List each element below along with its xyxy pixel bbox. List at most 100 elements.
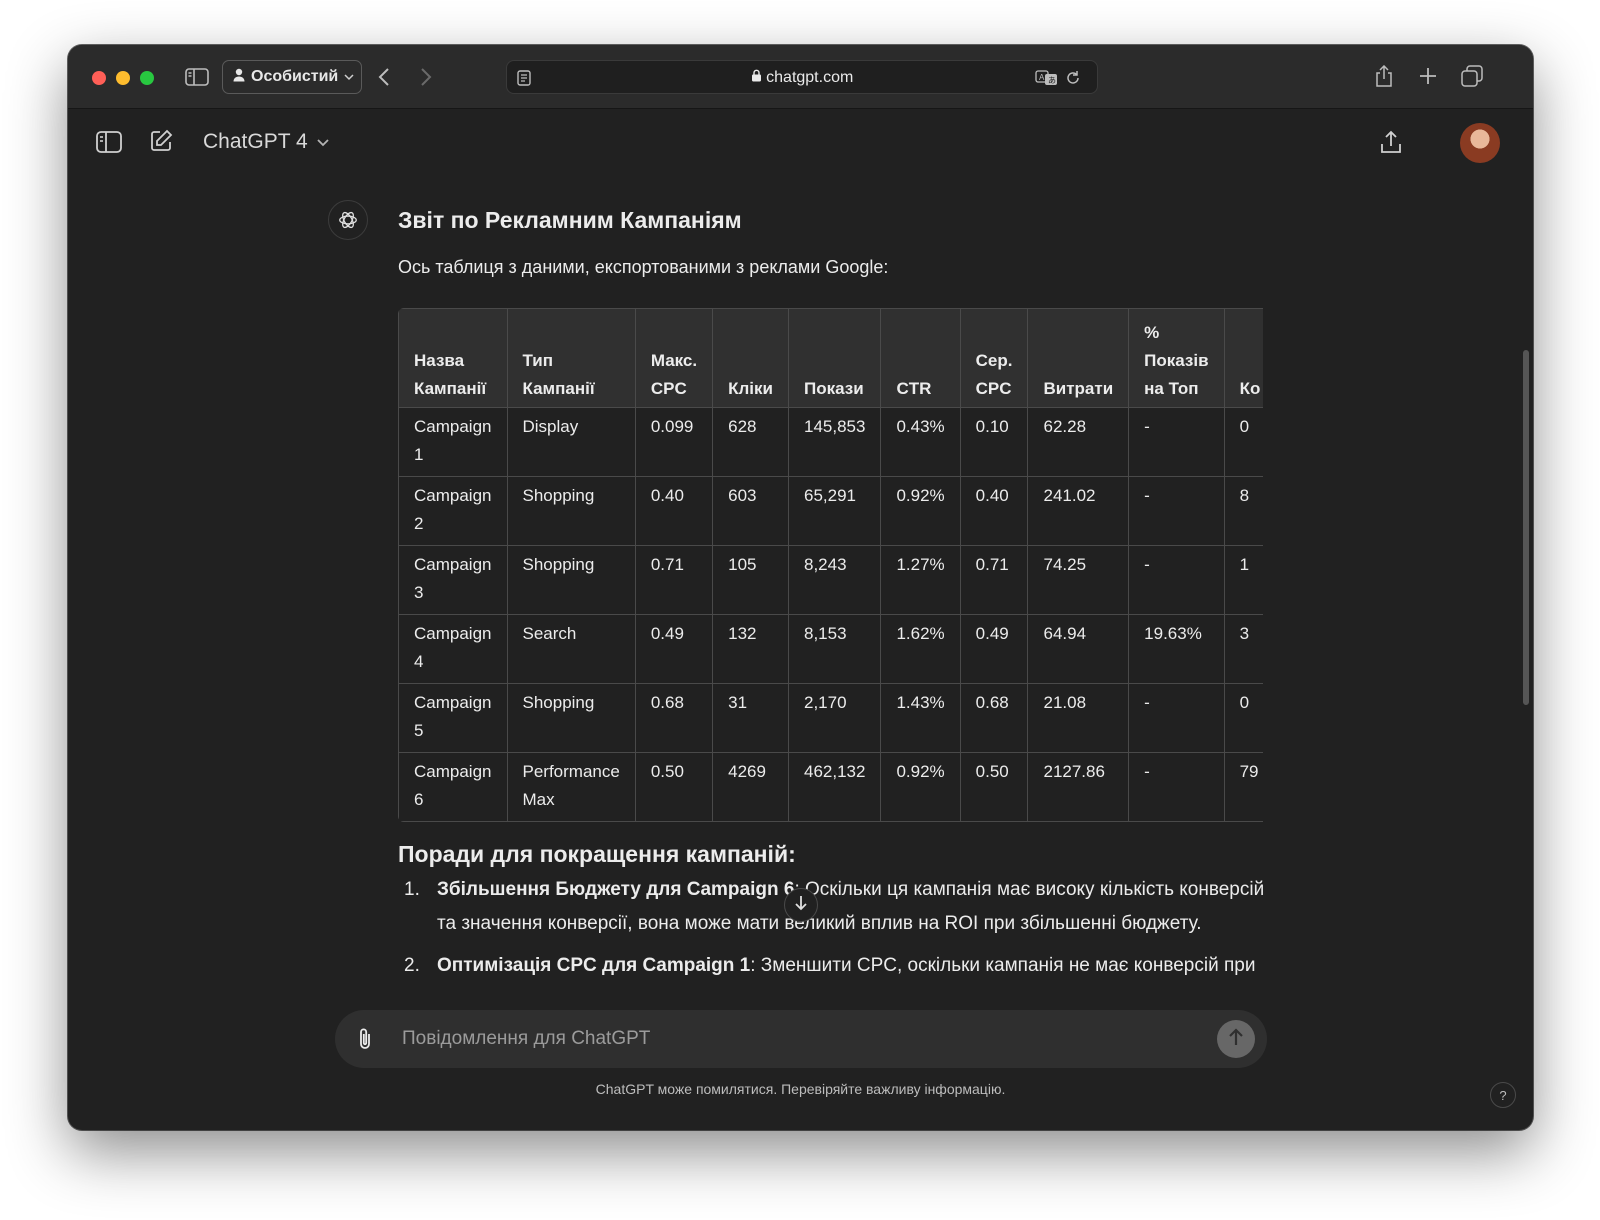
table-cell: 0.68 — [634, 683, 714, 753]
table-cell: 0.50 — [959, 752, 1029, 822]
list-number: 1. — [404, 879, 420, 900]
profile-selector[interactable]: Особистий — [222, 60, 362, 94]
table-cell: 0.40 — [634, 476, 714, 546]
table-cell: 8,243 — [787, 545, 882, 615]
scrollbar[interactable] — [1523, 350, 1529, 705]
send-button[interactable] — [1217, 1020, 1255, 1058]
table-cell: 0.50 — [634, 752, 714, 822]
list-item: 1. Збільшення Бюджету для Campaign 6: Оск… — [398, 873, 1278, 941]
table-cell: 19.63% — [1128, 614, 1225, 684]
table-cell: 0.40 — [959, 476, 1029, 546]
table-cell: 4269 — [712, 752, 789, 822]
message-intro: Ось таблиця з даними, експортованими з р… — [398, 257, 889, 277]
chatgpt-logo-icon — [328, 200, 368, 240]
table-cell: 1.62% — [880, 614, 961, 684]
forward-icon[interactable] — [416, 65, 436, 89]
table-cell: - — [1128, 752, 1225, 822]
upload-share-icon[interactable] — [1378, 128, 1404, 156]
column-header: Витрати — [1027, 308, 1130, 408]
app-header: ChatGPT 4 — [68, 109, 1533, 173]
table-cell: 74.25 — [1027, 545, 1130, 615]
table-cell: 0.49 — [959, 614, 1029, 684]
table-cell: 241.02 — [1027, 476, 1130, 546]
browser-toolbar: Особистий chatgpt.com Aあ — [68, 45, 1533, 109]
list-item: 2. Оптимізація CPC для Campaign 1: Зменши… — [398, 949, 1278, 983]
column-header: Кліки — [712, 308, 789, 408]
tip-bold-text: Оптимізація CPC для Campaign 1 — [437, 955, 751, 976]
table-cell: Campaign 5 — [398, 683, 508, 753]
table-cell: 0.099 — [634, 407, 714, 477]
close-window-button[interactable] — [92, 71, 106, 85]
table-cell: 0.92% — [880, 476, 961, 546]
attach-icon[interactable] — [353, 1026, 377, 1052]
table-cell: 2127.86 — [1027, 752, 1130, 822]
table-cell: - — [1128, 545, 1225, 615]
user-avatar[interactable] — [1460, 123, 1500, 163]
translate-icon[interactable]: Aあ — [1034, 69, 1060, 87]
table-cell: 0.71 — [634, 545, 714, 615]
person-icon — [233, 68, 245, 87]
table-cell: 105 — [712, 545, 789, 615]
table-cell: 132 — [712, 614, 789, 684]
table-cell: 31 — [712, 683, 789, 753]
message-title: Звіт по Рекламним Кампаніям — [398, 207, 742, 233]
table-cell: 65,291 — [787, 476, 882, 546]
table-cell: Campaign 4 — [398, 614, 508, 684]
table-cell: 79 — [1223, 752, 1263, 822]
table-cell: Shopping — [506, 683, 636, 753]
tip-text: : Зменшити CPC, оскільки кампанія не має… — [750, 955, 1256, 976]
table-cell: 2,170 — [787, 683, 882, 753]
share-icon[interactable] — [1372, 63, 1396, 89]
model-label: ChatGPT 4 — [203, 130, 308, 153]
column-header: Назва Кампанії — [398, 308, 508, 408]
reload-icon[interactable] — [1064, 69, 1082, 87]
table-scroll-container[interactable]: Назва Кампанії Тип Кампанії Макс. CPC Кл… — [398, 308, 1263, 822]
new-chat-icon[interactable] — [148, 128, 174, 154]
chevron-down-icon — [316, 130, 330, 154]
table-cell: 0 — [1223, 407, 1263, 477]
table-cell: 0.92% — [880, 752, 961, 822]
table-cell: - — [1128, 476, 1225, 546]
column-header: Макс. CPC — [634, 308, 714, 408]
column-header: Ко — [1223, 308, 1263, 408]
address-bar[interactable]: chatgpt.com Aあ — [506, 60, 1098, 94]
zoom-window-button[interactable] — [140, 71, 154, 85]
table-cell: 1 — [1223, 545, 1263, 615]
column-header: % Показів на Топ — [1128, 308, 1225, 408]
table-cell: 3 — [1223, 614, 1263, 684]
chat-thread: Звіт по Рекламним Кампаніям Ось таблиця … — [68, 173, 1533, 1013]
table-cell: 462,132 — [787, 752, 882, 822]
url-display: chatgpt.com — [507, 69, 1097, 87]
message-composer[interactable]: Повідомлення для ChatGPT — [335, 1010, 1267, 1068]
sidebar-icon[interactable] — [95, 129, 123, 155]
table-cell: Campaign 6 — [398, 752, 508, 822]
help-button[interactable]: ? — [1490, 1082, 1516, 1108]
minimize-window-button[interactable] — [116, 71, 130, 85]
tips-list: 1. Збільшення Бюджету для Campaign 6: Оск… — [398, 873, 1278, 991]
profile-label: Особистий — [251, 68, 339, 85]
message-input[interactable]: Повідомлення для ChatGPT — [402, 1028, 650, 1050]
scroll-to-bottom-button[interactable] — [784, 888, 818, 922]
svg-text:A: A — [1039, 73, 1045, 82]
table-cell: Shopping — [506, 545, 636, 615]
sidebar-toggle-icon[interactable] — [184, 65, 210, 89]
arrow-up-icon — [1228, 1027, 1244, 1051]
tab-overview-icon[interactable] — [1460, 64, 1484, 88]
model-selector[interactable]: ChatGPT 4 — [203, 130, 330, 154]
table-cell: 8 — [1223, 476, 1263, 546]
table-cell: 628 — [712, 407, 789, 477]
svg-text:あ: あ — [1048, 76, 1056, 85]
browser-window: Особистий chatgpt.com Aあ ChatGPT 4 Звіт … — [68, 45, 1533, 1130]
table-row: Campaign 1 Display 0.099 628 145,853 0.4… — [398, 407, 1263, 477]
table-cell: 64.94 — [1027, 614, 1130, 684]
back-icon[interactable] — [374, 65, 394, 89]
lock-icon — [751, 69, 766, 86]
table-cell: Campaign 3 — [398, 545, 508, 615]
table-cell: 145,853 — [787, 407, 882, 477]
arrow-down-icon — [794, 895, 808, 916]
table-cell: 0 — [1223, 683, 1263, 753]
table-cell: 0.43% — [880, 407, 961, 477]
table-header-row: Назва Кампанії Тип Кампанії Макс. CPC Кл… — [398, 308, 1263, 408]
table-row: Campaign 2 Shopping 0.40 603 65,291 0.92… — [398, 476, 1263, 546]
new-tab-icon[interactable] — [1417, 65, 1439, 87]
